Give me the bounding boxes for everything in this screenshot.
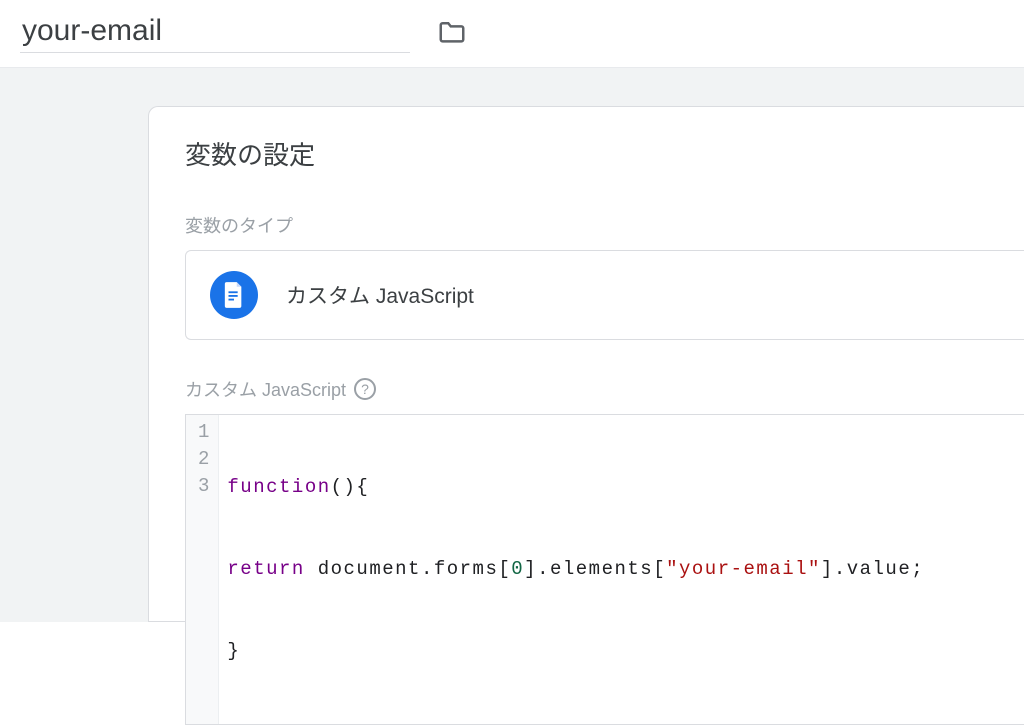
code-content[interactable]: function(){ return document.forms[0].ele… <box>219 415 932 724</box>
variable-type-name: カスタム JavaScript <box>286 280 474 310</box>
variable-type-label: 変数のタイプ <box>185 212 1024 238</box>
code-editor[interactable]: 1 2 3 function(){ return document.forms[… <box>185 414 1024 725</box>
code-gutter: 1 2 3 <box>186 415 219 724</box>
variable-name-input[interactable] <box>20 10 410 53</box>
section-title: 変数の設定 <box>185 135 1024 172</box>
variable-type-selector[interactable]: カスタム JavaScript <box>185 250 1024 340</box>
help-icon[interactable]: ? <box>354 378 376 400</box>
editor-label-row: カスタム JavaScript ? <box>185 376 1024 402</box>
line-number: 1 <box>198 419 210 446</box>
document-icon <box>210 271 258 319</box>
line-number: 2 <box>198 446 210 473</box>
editor-label: カスタム JavaScript <box>185 376 346 402</box>
folder-icon[interactable] <box>434 14 470 50</box>
variable-config-card: 変数の設定 変数のタイプ カスタム JavaScript カスタム JavaSc… <box>148 106 1024 622</box>
header-bar <box>0 0 1024 68</box>
workspace: 変数の設定 変数のタイプ カスタム JavaScript カスタム JavaSc… <box>0 68 1024 622</box>
line-number: 3 <box>198 473 210 500</box>
